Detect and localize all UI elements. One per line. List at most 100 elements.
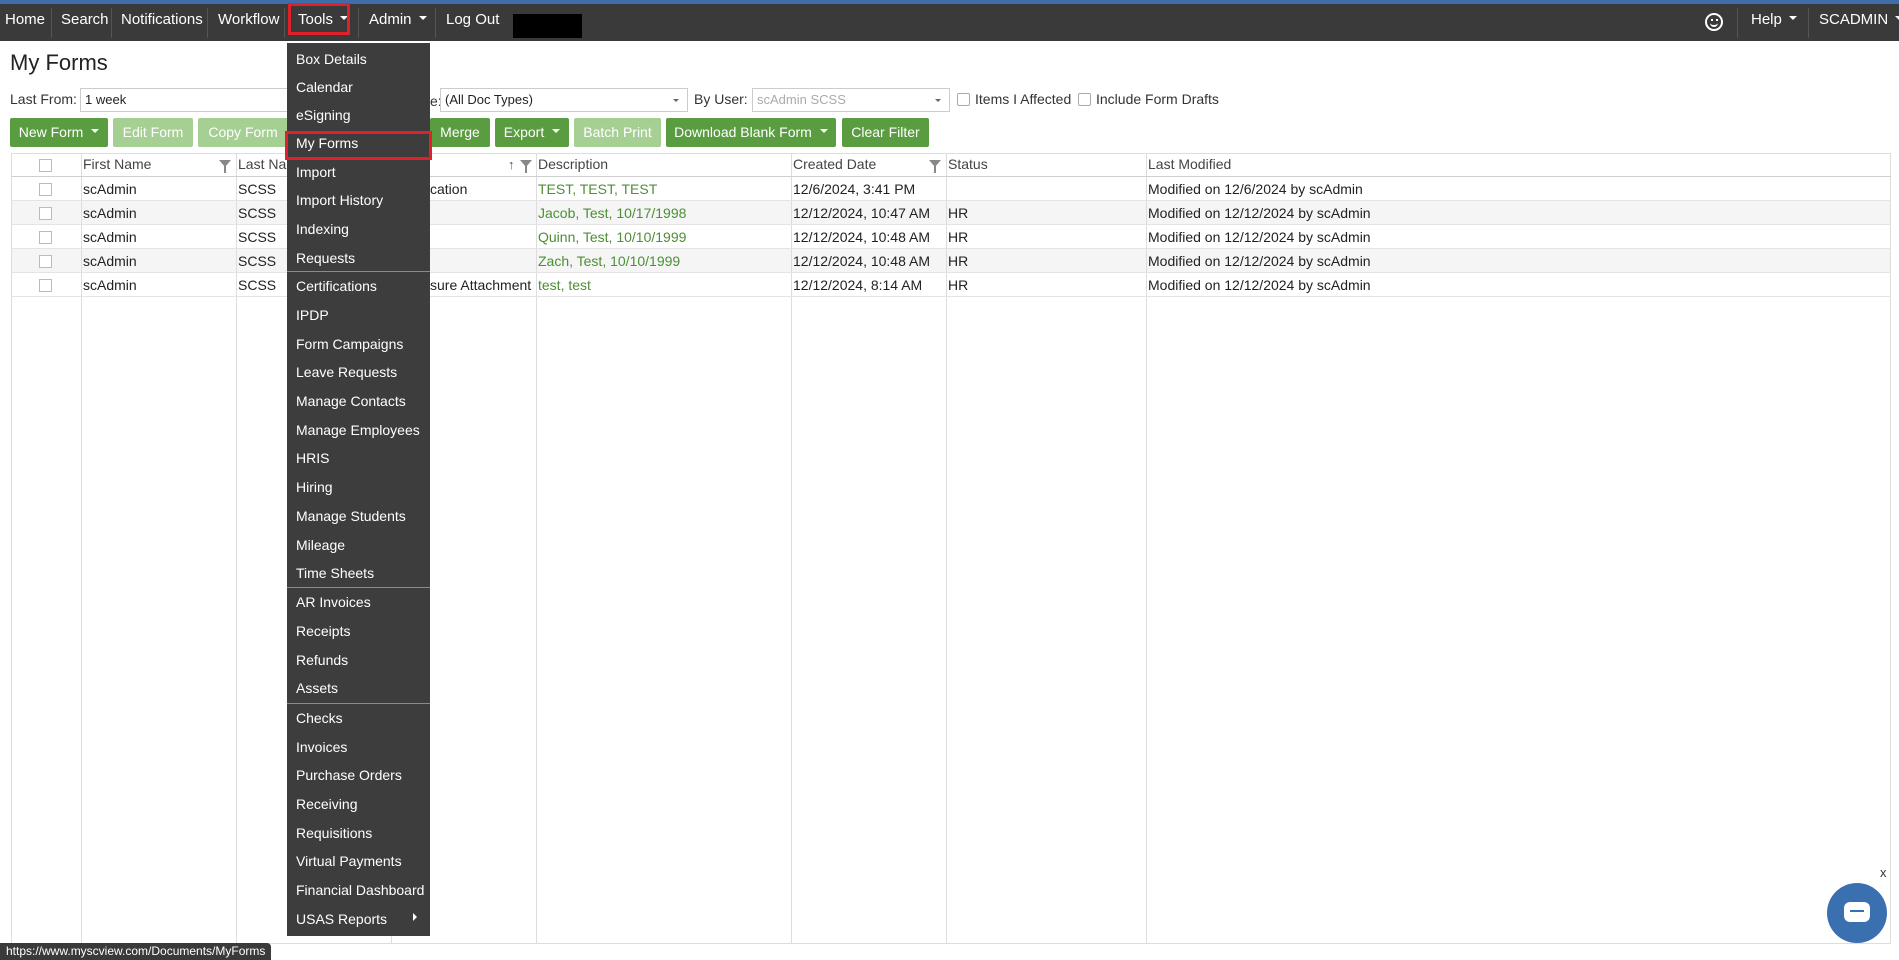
cell-last-name: SCSS [238,277,277,293]
cell-last-modified: Modified on 12/12/2024 by scAdmin [1148,229,1371,245]
menu-item-requests[interactable]: Requests [296,250,355,266]
nav-workflow-link[interactable]: Workflow [218,0,279,37]
by-user-value: scAdmin SCSS [757,92,846,107]
column-header-created-date[interactable]: Created Date [793,156,876,172]
row-checkbox[interactable] [39,255,52,268]
menu-item-form-campaigns[interactable]: Form Campaigns [296,336,403,352]
export-button[interactable]: Export [495,118,569,147]
menu-item-usas-reports[interactable]: USAS Reports [296,911,387,927]
menu-item-import-history[interactable]: Import History [296,192,383,208]
cell-created-date: 12/6/2024, 3:41 PM [793,181,916,197]
menu-item-requisitions[interactable]: Requisitions [296,825,372,841]
menu-item-manage-employees[interactable]: Manage Employees [296,422,420,438]
nav-home-link[interactable]: Home [5,0,45,37]
nav-admin-menu[interactable]: Admin [369,0,427,37]
feedback-smiley-icon[interactable] [1705,13,1723,31]
row-checkbox[interactable] [39,231,52,244]
menu-item-purchase-orders[interactable]: Purchase Orders [296,767,402,783]
filter-funnel-icon[interactable] [929,160,941,173]
download-blank-form-button[interactable]: Download Blank Form [666,118,836,147]
menu-item-ipdp[interactable]: IPDP [296,307,329,323]
chevron-down-icon [552,129,561,134]
menu-item-leave-requests[interactable]: Leave Requests [296,364,397,380]
column-header-last-name[interactable]: Last Na [238,156,286,172]
menu-item-mileage[interactable]: Mileage [296,537,345,553]
items-affected-checkbox[interactable] [957,93,970,106]
include-drafts-label: Include Form Drafts [1096,91,1219,107]
column-header-description[interactable]: Description [538,156,608,172]
cell-status: HR [948,253,969,269]
filter-funnel-icon[interactable] [219,160,231,173]
cell-first-name: scAdmin [83,253,137,269]
doc-type-value: (All Doc Types) [445,92,533,107]
cell-first-name: scAdmin [83,181,137,197]
cell-doc-type: sure Attachment [430,277,532,293]
menu-item-manage-contacts[interactable]: Manage Contacts [296,393,406,409]
menu-item-virtual-payments[interactable]: Virtual Payments [296,853,402,869]
chevron-down-icon [819,129,828,134]
doc-type-select[interactable]: (All Doc Types) [440,88,688,112]
menu-item-calendar[interactable]: Calendar [296,79,353,95]
menu-item-receiving[interactable]: Receiving [296,796,357,812]
menu-item-receipts[interactable]: Receipts [296,623,350,639]
menu-item-assets[interactable]: Assets [296,680,338,696]
copy-form-label: Copy Form [208,124,278,140]
menu-item-invoices[interactable]: Invoices [296,739,347,755]
cell-description-link[interactable]: Zach, Test, 10/10/1999 [538,253,680,269]
batch-print-label: Batch Print [583,124,652,140]
cell-description-link[interactable]: test, test [538,277,591,293]
copy-form-button[interactable]: Copy Form [198,118,288,147]
menu-item-time-sheets[interactable]: Time Sheets [296,565,374,581]
sort-arrow-icon[interactable]: ↑ [508,157,515,172]
nav-user-menu[interactable]: SCADMIN [1819,0,1899,37]
nav-logout-link[interactable]: Log Out [446,0,499,37]
merge-button[interactable]: Merge [430,118,490,147]
column-header-first-name[interactable]: First Name [83,156,151,172]
column-header-status[interactable]: Status [948,156,988,172]
edit-form-button[interactable]: Edit Form [113,118,193,147]
cell-description-link[interactable]: TEST, TEST, TEST [538,181,657,197]
menu-item-ar-invoices[interactable]: AR Invoices [296,594,371,610]
select-all-checkbox[interactable] [39,159,52,172]
nav-notifications-link[interactable]: Notifications [121,0,203,37]
nav-user-label: SCADMIN [1819,11,1889,28]
menu-item-indexing[interactable]: Indexing [296,221,349,237]
by-user-select[interactable]: scAdmin SCSS [752,88,950,112]
clear-filter-button[interactable]: Clear Filter [842,118,929,147]
include-drafts-checkbox[interactable] [1078,93,1091,106]
menu-item-esigning[interactable]: eSigning [296,107,351,123]
chat-button[interactable] [1827,883,1887,943]
menu-item-box-details[interactable]: Box Details [296,51,367,67]
menu-item-hris[interactable]: HRIS [296,450,329,466]
cell-description-link[interactable]: Quinn, Test, 10/10/1999 [538,229,686,245]
cell-last-modified: Modified on 12/6/2024 by scAdmin [1148,181,1363,197]
row-checkbox[interactable] [39,207,52,220]
row-checkbox[interactable] [39,183,52,196]
column-header-last-modified[interactable]: Last Modified [1148,156,1231,172]
cell-status: HR [948,205,969,221]
tools-highlight-box [288,3,350,35]
nav-help-menu[interactable]: Help [1751,0,1797,37]
chevron-down-icon [91,129,100,134]
menu-item-financial-dashboard[interactable]: Financial Dashboard [296,882,424,898]
batch-print-button[interactable]: Batch Print [574,118,661,147]
menu-item-certifications[interactable]: Certifications [296,278,377,294]
menu-item-hiring[interactable]: Hiring [296,479,333,495]
new-form-button[interactable]: New Form [10,118,108,147]
cell-last-name: SCSS [238,229,277,245]
menu-item-checks[interactable]: Checks [296,710,343,726]
my-forms-highlight-box [285,131,432,160]
menu-item-import[interactable]: Import [296,164,336,180]
menu-item-refunds[interactable]: Refunds [296,652,348,668]
menu-item-manage-students[interactable]: Manage Students [296,508,406,524]
merge-label: Merge [440,124,480,140]
by-user-label: By User: [694,91,748,107]
nav-separator [51,8,52,38]
nav-search-link[interactable]: Search [61,0,109,37]
filter-funnel-icon[interactable] [520,160,532,173]
chat-close-button[interactable]: x [1880,865,1887,880]
row-checkbox[interactable] [39,279,52,292]
cell-description-link[interactable]: Jacob, Test, 10/17/1998 [538,205,686,221]
last-from-select[interactable]: 1 week [80,88,300,112]
cell-last-modified: Modified on 12/12/2024 by scAdmin [1148,205,1371,221]
